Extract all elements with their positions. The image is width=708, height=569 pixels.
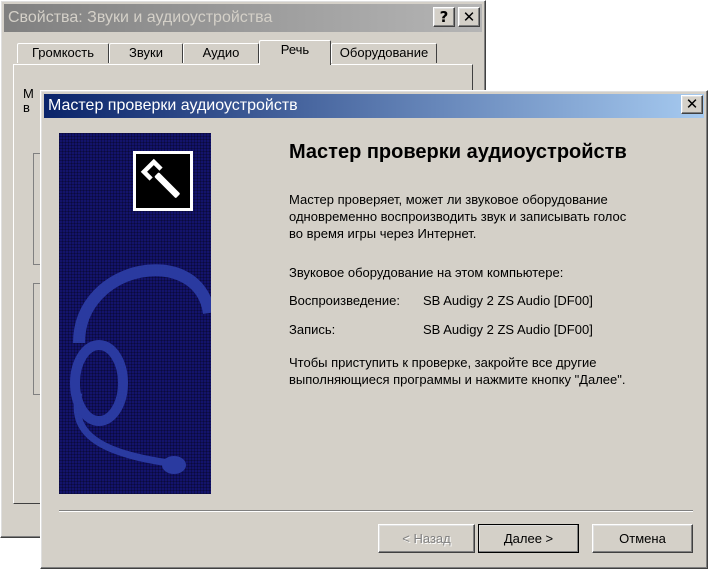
wrench-icon-background (136, 154, 190, 208)
help-icon: ? (439, 8, 449, 26)
intro-text: одновременно воспроизводить звук и запис… (289, 209, 627, 224)
tab-label: Громкость (32, 45, 94, 60)
dialog-title: Мастер проверки аудиоустройств (48, 97, 298, 114)
audio-tuning-wizard-dialog: Мастер проверки аудиоустройств ✕ Мастер … (40, 90, 708, 569)
next-button[interactable]: Далее > (478, 524, 579, 553)
next-button-label: Далее > (503, 531, 554, 546)
wizard-instruction: Чтобы приступить к проверке, закройте вс… (289, 354, 626, 388)
playback-device: SB Audigy 2 ZS Audio [DF00] (423, 293, 593, 308)
intro-text: Мастер проверяет, может ли звуковое обор… (289, 192, 608, 207)
wrench-icon (138, 156, 182, 200)
tab-label: Звуки (129, 45, 163, 60)
close-icon: ✕ (685, 95, 699, 113)
wrench-icon-frame (133, 151, 193, 211)
close-icon: ✕ (462, 8, 476, 26)
help-button[interactable]: ? (433, 7, 455, 27)
tab-volume[interactable]: Громкость (17, 43, 109, 63)
panel-text-line: в (23, 100, 30, 115)
dialog-close-button[interactable]: ✕ (681, 95, 703, 114)
background-window-titlebar[interactable]: Свойства: Звуки и аудиоустройства (4, 4, 482, 32)
cancel-button-label: Отмена (619, 531, 666, 546)
button-separator (59, 510, 693, 512)
record-device: SB Audigy 2 ZS Audio [DF00] (423, 322, 593, 337)
wizard-heading: Мастер проверки аудиоустройств (289, 141, 627, 163)
intro-text: во время игры через Интернет. (289, 226, 477, 241)
background-window-title: Свойства: Звуки и аудиоустройства (8, 9, 273, 26)
panel-text-fragment: М в (23, 87, 34, 115)
back-button[interactable]: < Назад (378, 524, 475, 553)
tab-speech[interactable]: Речь (259, 40, 331, 65)
tab-strip: Громкость Звуки Аудио Речь Оборудование (13, 40, 473, 65)
tab-hardware[interactable]: Оборудование (331, 43, 437, 63)
tab-audio[interactable]: Аудио (183, 43, 259, 63)
wizard-banner (59, 133, 211, 494)
playback-label: Воспроизведение: (289, 293, 400, 308)
tab-label: Оборудование (339, 45, 429, 60)
wizard-intro: Мастер проверяет, может ли звуковое обор… (289, 191, 689, 242)
tab-label: Аудио (202, 45, 240, 60)
tab-sounds[interactable]: Звуки (109, 43, 183, 63)
dialog-titlebar[interactable]: Мастер проверки аудиоустройств (44, 94, 704, 118)
background-close-button[interactable]: ✕ (458, 7, 480, 27)
tab-label: Речь (280, 42, 310, 57)
instruction-text: Чтобы приступить к проверке, закройте вс… (289, 355, 597, 370)
instruction-text: выполняющиеся программы и нажмите кнопку… (289, 372, 626, 387)
hardware-heading: Звуковое оборудование на этом компьютере… (289, 265, 564, 280)
record-label: Запись: (289, 322, 336, 337)
cancel-button[interactable]: Отмена (592, 524, 693, 553)
panel-text-line: М (23, 86, 34, 101)
back-button-label: < Назад (402, 531, 451, 546)
